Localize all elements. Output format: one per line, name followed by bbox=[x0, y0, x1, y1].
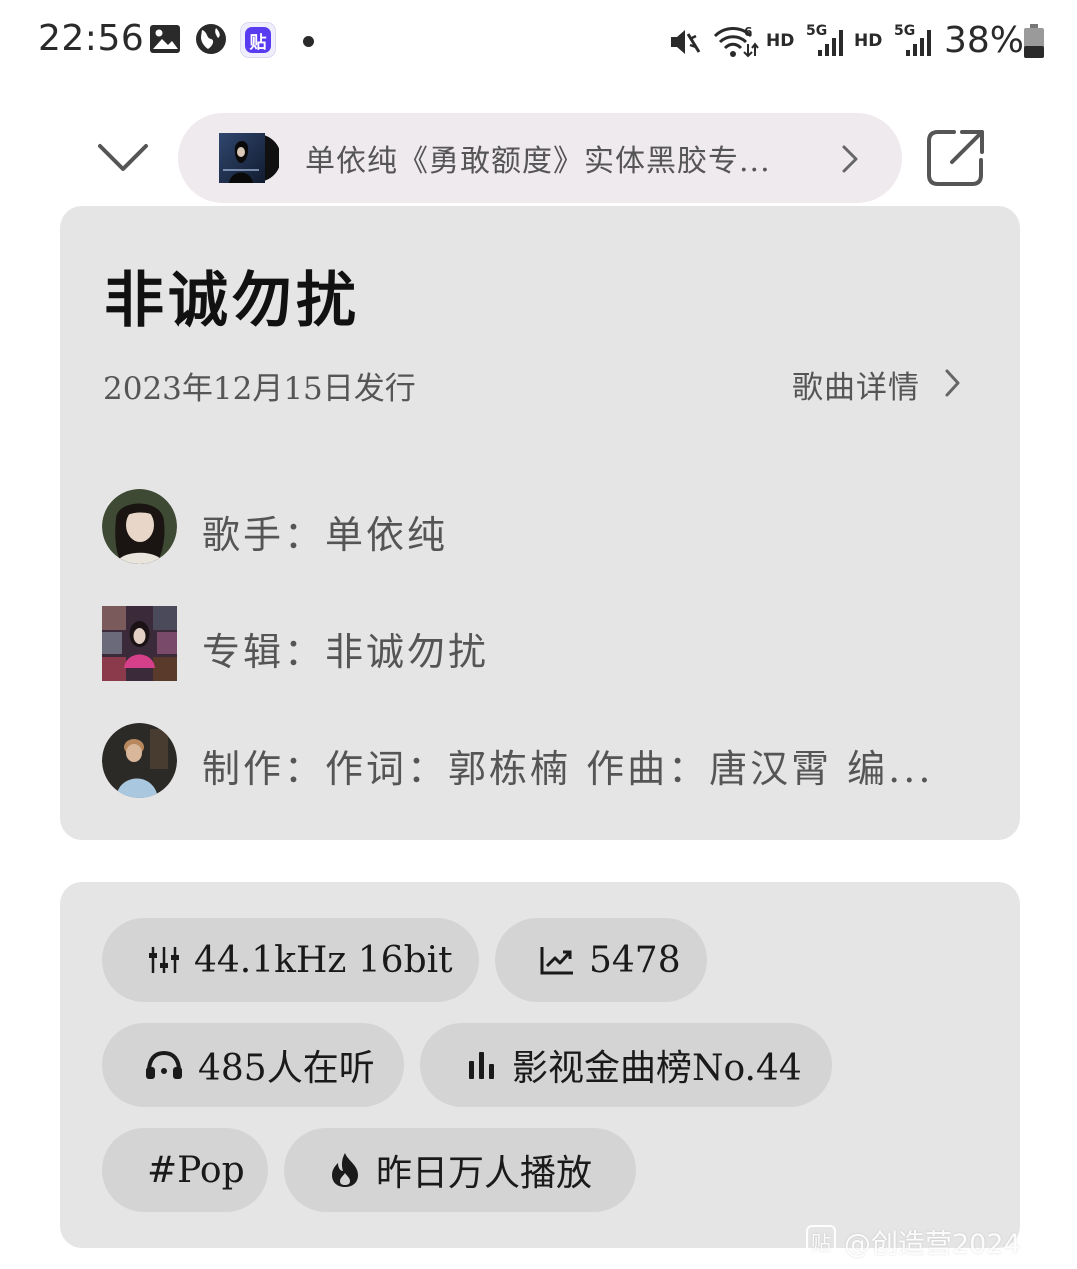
album-thumbnail[interactable] bbox=[102, 606, 177, 681]
tag-label: 5478 bbox=[589, 939, 681, 981]
tag-popular[interactable]: 昨日万人播放 bbox=[284, 1128, 636, 1212]
globe-icon bbox=[196, 24, 226, 54]
svg-text:6: 6 bbox=[744, 25, 752, 39]
watermark-text: @创造营2024 bbox=[844, 1229, 1021, 1260]
headphones-icon bbox=[144, 1049, 184, 1081]
song-detail-link[interactable]: 歌曲详情 bbox=[792, 362, 920, 407]
singer-row[interactable]: 歌手：单依纯 bbox=[202, 504, 448, 559]
tag-label: 485人在听 bbox=[198, 1048, 375, 1089]
trend-up-icon bbox=[539, 944, 575, 976]
svg-text:5G: 5G bbox=[806, 23, 827, 39]
tieba-watermark-icon: 贴 bbox=[806, 1225, 836, 1258]
chevron-right-icon[interactable] bbox=[838, 143, 862, 175]
tag-label: #Pop bbox=[147, 1149, 245, 1191]
watermark: 贴 @创造营2024 bbox=[806, 1222, 1021, 1261]
album-link-text[interactable]: 单依纯《勇敢额度》实体黑胶专... bbox=[305, 136, 771, 180]
producer-avatar[interactable] bbox=[102, 723, 177, 798]
signal-5g-icon-2: 5G bbox=[894, 23, 931, 56]
tag-label: 44.1kHz 16bit bbox=[194, 939, 453, 981]
tag-label: 昨日万人播放 bbox=[376, 1153, 593, 1194]
tag-audio-quality[interactable]: 44.1kHz 16bit bbox=[102, 918, 479, 1002]
bar-chart-icon bbox=[466, 1049, 498, 1081]
gallery-icon bbox=[150, 25, 180, 53]
battery-icon bbox=[1024, 24, 1044, 58]
tag-listeners[interactable]: 485人在听 bbox=[102, 1023, 404, 1107]
release-date: 2023年12月15日发行 bbox=[103, 371, 416, 407]
hd-label: HD bbox=[766, 31, 795, 51]
album-row[interactable]: 专辑：非诚勿扰 bbox=[202, 621, 489, 676]
album-cover-thumbnail bbox=[219, 133, 279, 183]
equalizer-icon bbox=[148, 944, 180, 976]
credits-row[interactable]: 制作：作词：郭栋楠 作曲：唐汉霄 编... bbox=[202, 738, 933, 793]
tag-label: 影视金曲榜No.44 bbox=[512, 1048, 802, 1089]
song-title: 非诚勿扰 bbox=[104, 266, 360, 336]
svg-text:5G: 5G bbox=[894, 23, 915, 39]
battery-percent: 38% bbox=[944, 20, 1025, 61]
tag-trend[interactable]: 5478 bbox=[495, 918, 707, 1002]
signal-5g-icon: 5G bbox=[806, 23, 843, 56]
tag-genre[interactable]: #Pop bbox=[102, 1128, 268, 1212]
chevron-right-icon[interactable] bbox=[942, 367, 964, 399]
status-time: 22:56 bbox=[38, 18, 145, 59]
wifi-icon: 6 bbox=[713, 25, 759, 58]
hd-label-2: HD bbox=[854, 31, 883, 51]
mute-icon bbox=[671, 30, 701, 54]
notification-dot-icon bbox=[303, 36, 314, 47]
tag-chart-rank[interactable]: 影视金曲榜No.44 bbox=[420, 1023, 832, 1107]
fire-icon bbox=[328, 1151, 362, 1189]
singer-avatar[interactable] bbox=[102, 489, 177, 564]
chevron-down-icon[interactable] bbox=[96, 138, 150, 178]
share-icon[interactable] bbox=[924, 126, 988, 190]
tieba-icon: 贴 bbox=[240, 22, 276, 58]
